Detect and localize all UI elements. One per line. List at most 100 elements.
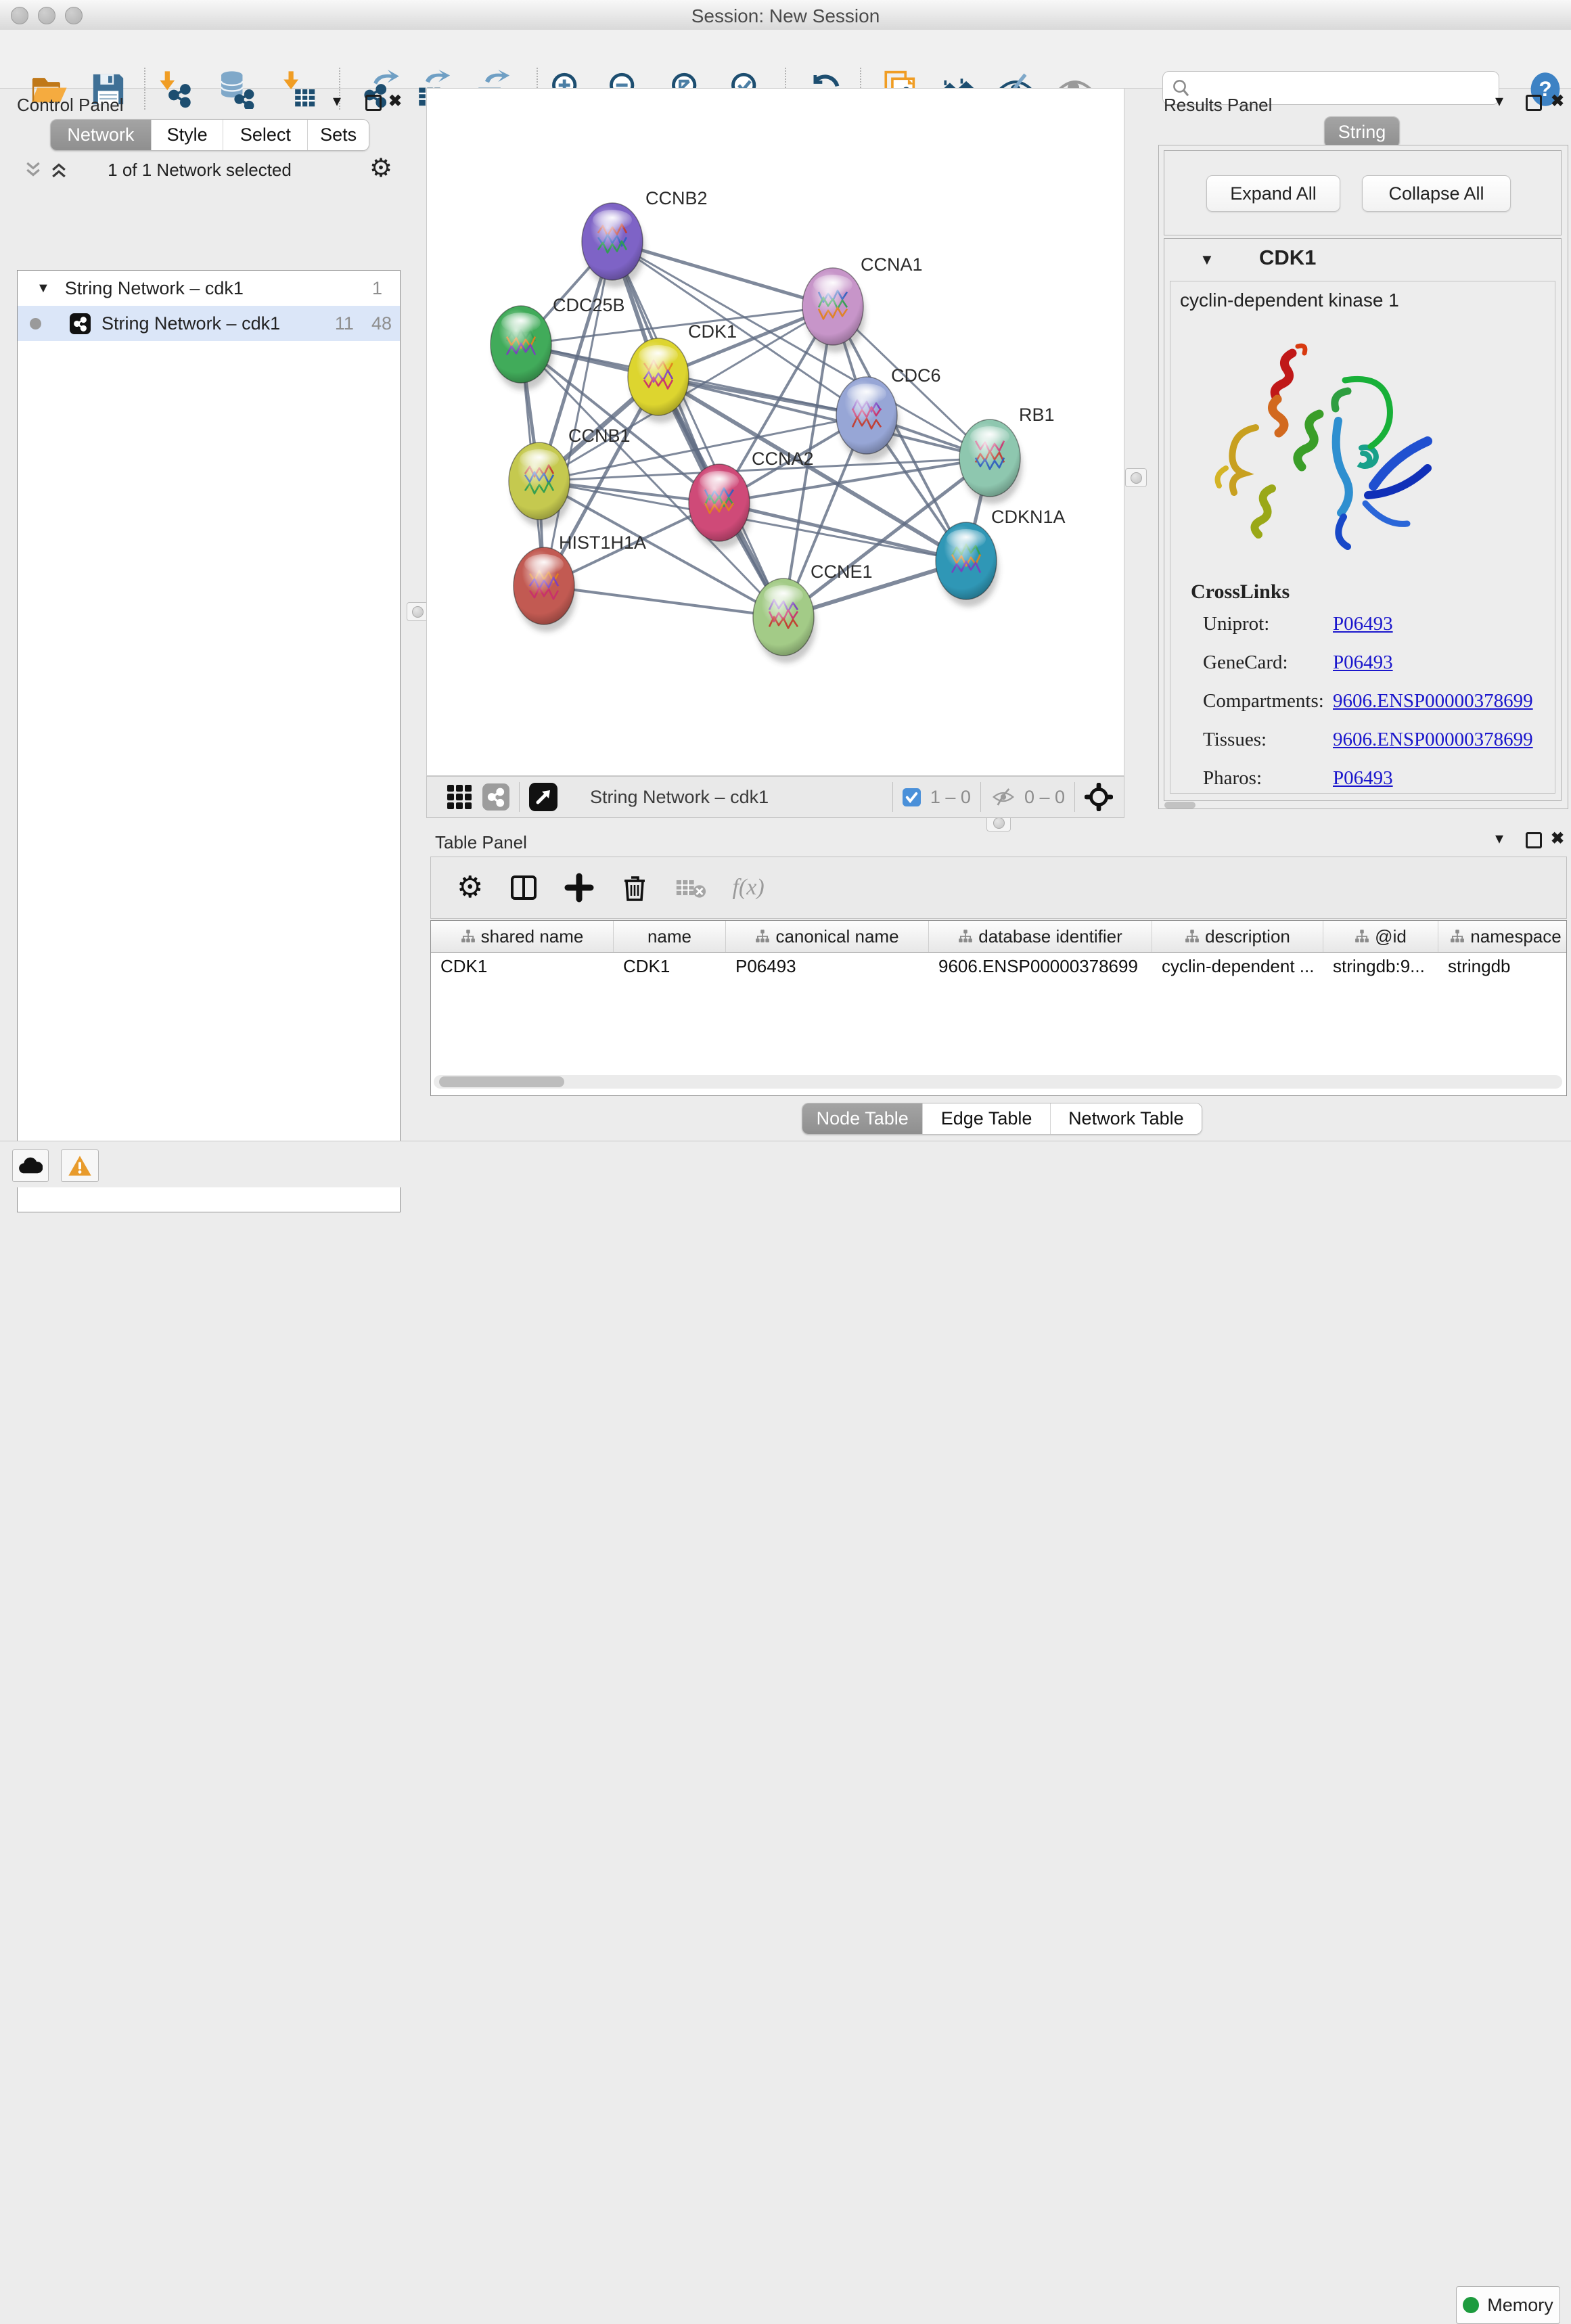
crosslink-row: Pharos:P06493	[1203, 767, 1555, 790]
protein-structure-image	[1191, 326, 1461, 570]
status-bar: Memory	[0, 1141, 1571, 1187]
network-node-ccna2[interactable]	[689, 464, 752, 549]
tab-string[interactable]: String	[1325, 117, 1399, 147]
selected-checkbox-icon[interactable]	[903, 788, 921, 806]
table-hscrollbar-thumb[interactable]	[439, 1076, 564, 1087]
table-cell[interactable]: CDK1	[614, 952, 726, 980]
column-header-namespace[interactable]: namespace	[1438, 921, 1571, 952]
table-cell[interactable]: cyclin-dependent ...	[1152, 952, 1323, 980]
expand-all-button[interactable]: Expand All	[1206, 175, 1340, 212]
table-toolbar: ⚙ f(x)	[430, 857, 1567, 919]
control-panel: Control Panel ▾ ✖ Network Style Select S…	[0, 88, 426, 1141]
network-collection-row[interactable]: ▼ String Network – cdk1 1	[18, 271, 400, 306]
network-edge[interactable]	[658, 377, 990, 458]
crosslink-value[interactable]: 9606.ENSP00000378699	[1333, 690, 1533, 712]
pan-target-icon[interactable]	[1085, 783, 1113, 811]
cloud-status-button[interactable]	[12, 1149, 49, 1182]
results-hscrollbar-thumb[interactable]	[1164, 802, 1196, 808]
clear-table-icon	[675, 876, 706, 899]
column-header-shared-name[interactable]: shared name	[431, 921, 614, 952]
node-label: CDK1	[688, 321, 737, 342]
results-buttons-box: Expand All Collapse All	[1164, 150, 1562, 235]
tab-node-table[interactable]: Node Table	[802, 1103, 922, 1134]
panel-float-icon[interactable]	[1526, 832, 1542, 848]
table-cell[interactable]: P06493	[726, 952, 929, 980]
table-cell[interactable]: stringdb:9...	[1323, 952, 1438, 980]
birds-eye-toggle-icon[interactable]	[529, 783, 557, 811]
network-node-hist1h1a[interactable]	[514, 547, 576, 632]
node-label: CCNA1	[861, 254, 923, 275]
crosslink-value[interactable]: P06493	[1333, 767, 1393, 790]
tab-style[interactable]: Style	[151, 120, 223, 150]
column-header-database-identifier[interactable]: database identifier	[929, 921, 1152, 952]
memory-button[interactable]: Memory	[1456, 2286, 1560, 2324]
network-status-dot	[30, 318, 41, 329]
cytoscape-window: { "window": { "title": "Session: New Ses…	[0, 0, 1571, 1187]
panel-float-icon[interactable]	[1526, 95, 1542, 111]
tab-select[interactable]: Select	[223, 120, 307, 150]
network-svg: CCNB2CCNA1CDC25BCDK1CDC6RB1CCNB1CCNA2CDK…	[427, 89, 1124, 775]
left-divider-handle[interactable]	[407, 602, 428, 621]
crosslink-row: GeneCard:P06493	[1203, 652, 1555, 674]
network-view-icon[interactable]	[482, 783, 509, 811]
warning-icon	[68, 1155, 92, 1177]
network-edge[interactable]	[544, 586, 783, 617]
panel-close-icon[interactable]: ✖	[1551, 831, 1564, 847]
network-edge[interactable]	[612, 242, 833, 306]
network-node-ccne1[interactable]	[753, 578, 816, 663]
warning-status-button[interactable]	[61, 1149, 99, 1182]
delete-column-icon[interactable]	[620, 873, 650, 903]
network-node-cdc25b[interactable]	[491, 306, 553, 390]
protein-name: CDK1	[1259, 246, 1316, 270]
panel-close-icon[interactable]: ✖	[388, 93, 402, 110]
string-results-container: Expand All Collapse All ▼ CDK1 cyclin-de…	[1158, 145, 1568, 809]
network-node-ccna1[interactable]	[802, 268, 865, 352]
network-node-cdkn1a[interactable]	[936, 522, 999, 607]
crosslink-value[interactable]: P06493	[1333, 652, 1393, 674]
column-header-name[interactable]: name	[614, 921, 726, 952]
tab-network[interactable]: Network	[51, 120, 151, 150]
network-options-gear-icon[interactable]: ⚙	[369, 156, 392, 181]
node-label: CCNA2	[752, 449, 814, 469]
crosslink-value[interactable]: 9606.ENSP00000378699	[1333, 729, 1533, 751]
section-collapse-icon[interactable]: ▼	[1200, 251, 1214, 269]
crosslinks-list: Uniprot:P06493GeneCard:P06493Compartment…	[1170, 613, 1555, 806]
table-cell[interactable]: 9606.ENSP00000378699	[929, 952, 1152, 980]
panel-close-icon[interactable]: ✖	[1551, 93, 1564, 110]
network-edge[interactable]	[719, 503, 966, 561]
column-header-description[interactable]: description	[1152, 921, 1323, 952]
panel-float-icon[interactable]	[365, 95, 382, 111]
collapse-all-button[interactable]: Collapse All	[1362, 175, 1511, 212]
window-title: Session: New Session	[0, 5, 1571, 27]
network-canvas[interactable]: CCNB2CCNA1CDC25BCDK1CDC6RB1CCNB1CCNA2CDK…	[426, 88, 1124, 776]
table-options-gear-icon[interactable]: ⚙	[457, 873, 483, 903]
node-label: CCNB2	[645, 188, 708, 208]
crosslink-value[interactable]: P06493	[1333, 613, 1393, 635]
network-node-cdc6[interactable]	[836, 377, 899, 461]
network-row-selected[interactable]: String Network – cdk1 11 48	[18, 306, 400, 341]
collection-label: String Network – cdk1	[65, 278, 244, 299]
network-node-ccnb1[interactable]	[509, 442, 572, 527]
network-node-rb1[interactable]	[959, 419, 1022, 504]
show-columns-icon[interactable]	[509, 873, 539, 903]
table-cell[interactable]: stringdb	[1438, 952, 1571, 980]
crosslinks-title: CrossLinks	[1191, 580, 1290, 603]
tab-edge-table[interactable]: Edge Table	[922, 1103, 1049, 1134]
collection-collapse-icon[interactable]: ▼	[37, 281, 50, 296]
create-column-icon[interactable]	[564, 873, 594, 903]
column-header-canonical-name[interactable]: canonical name	[726, 921, 929, 952]
panel-menu-icon[interactable]: ▾	[1495, 93, 1503, 110]
right-divider-handle[interactable]	[1125, 468, 1147, 487]
table-hscrollbar[interactable]	[434, 1075, 1562, 1089]
grid-view-icon[interactable]	[446, 783, 473, 811]
network-node-count: 11	[335, 313, 354, 334]
tab-sets[interactable]: Sets	[307, 120, 369, 150]
network-node-cdk1[interactable]	[628, 338, 691, 423]
panel-menu-icon[interactable]: ▾	[1495, 831, 1503, 847]
table-cell[interactable]: CDK1	[431, 952, 614, 980]
column-header--id[interactable]: @id	[1323, 921, 1438, 952]
tab-network-table[interactable]: Network Table	[1050, 1103, 1202, 1134]
network-edge[interactable]	[612, 242, 783, 617]
panel-menu-icon[interactable]: ▾	[333, 93, 341, 110]
network-node-ccnb2[interactable]	[582, 203, 645, 288]
